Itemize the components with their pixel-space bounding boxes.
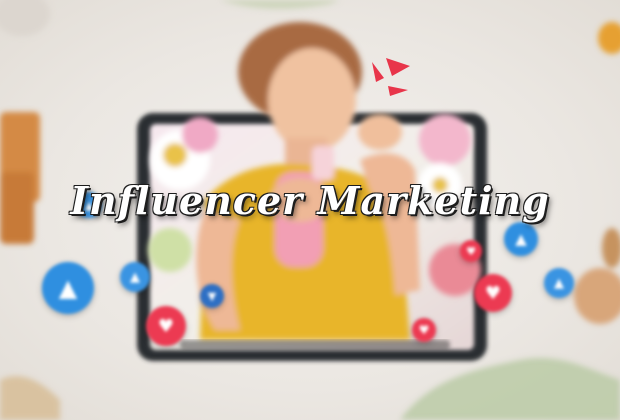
heart-bubble: ♥ (146, 306, 186, 346)
orange-flower (598, 22, 620, 54)
like-thumb-icon: ▲ (554, 275, 564, 291)
heart-bubble: ♥ (412, 318, 436, 342)
heart-icon: ♥ (466, 244, 476, 258)
jar (0, 0, 50, 36)
scene: ▲ ▲ ▲ ♥ ▼ ♥ ♥ ♥ ▲ ▲ Influencer Marketing (0, 0, 620, 420)
heart-bubble: ♥ (474, 274, 512, 312)
wifi-icon: ▼ (207, 289, 217, 303)
face (268, 48, 356, 152)
heart-bubble: ♥ (460, 240, 482, 262)
like-bubble: ▲ (544, 268, 574, 298)
like-bubble: ▲ (504, 222, 538, 256)
like-bubble: ▲ (42, 262, 94, 314)
foliage (220, 0, 340, 9)
wifi-bubble: ▼ (200, 284, 224, 308)
like-bubble: ▲ (120, 262, 150, 292)
wood-disc (602, 228, 620, 268)
heart-icon: ♥ (157, 315, 175, 337)
wood-disc (574, 268, 620, 324)
like-thumb-icon: ▲ (515, 230, 527, 248)
headline: Influencer Marketing (70, 178, 550, 223)
foliage (400, 358, 620, 420)
like-thumb-icon: ▲ (130, 269, 140, 285)
burst-accent (372, 58, 410, 96)
foliage (0, 376, 60, 420)
like-thumb-icon: ▲ (58, 274, 78, 302)
heart-icon: ♥ (484, 282, 502, 304)
heart-icon: ♥ (418, 323, 430, 337)
